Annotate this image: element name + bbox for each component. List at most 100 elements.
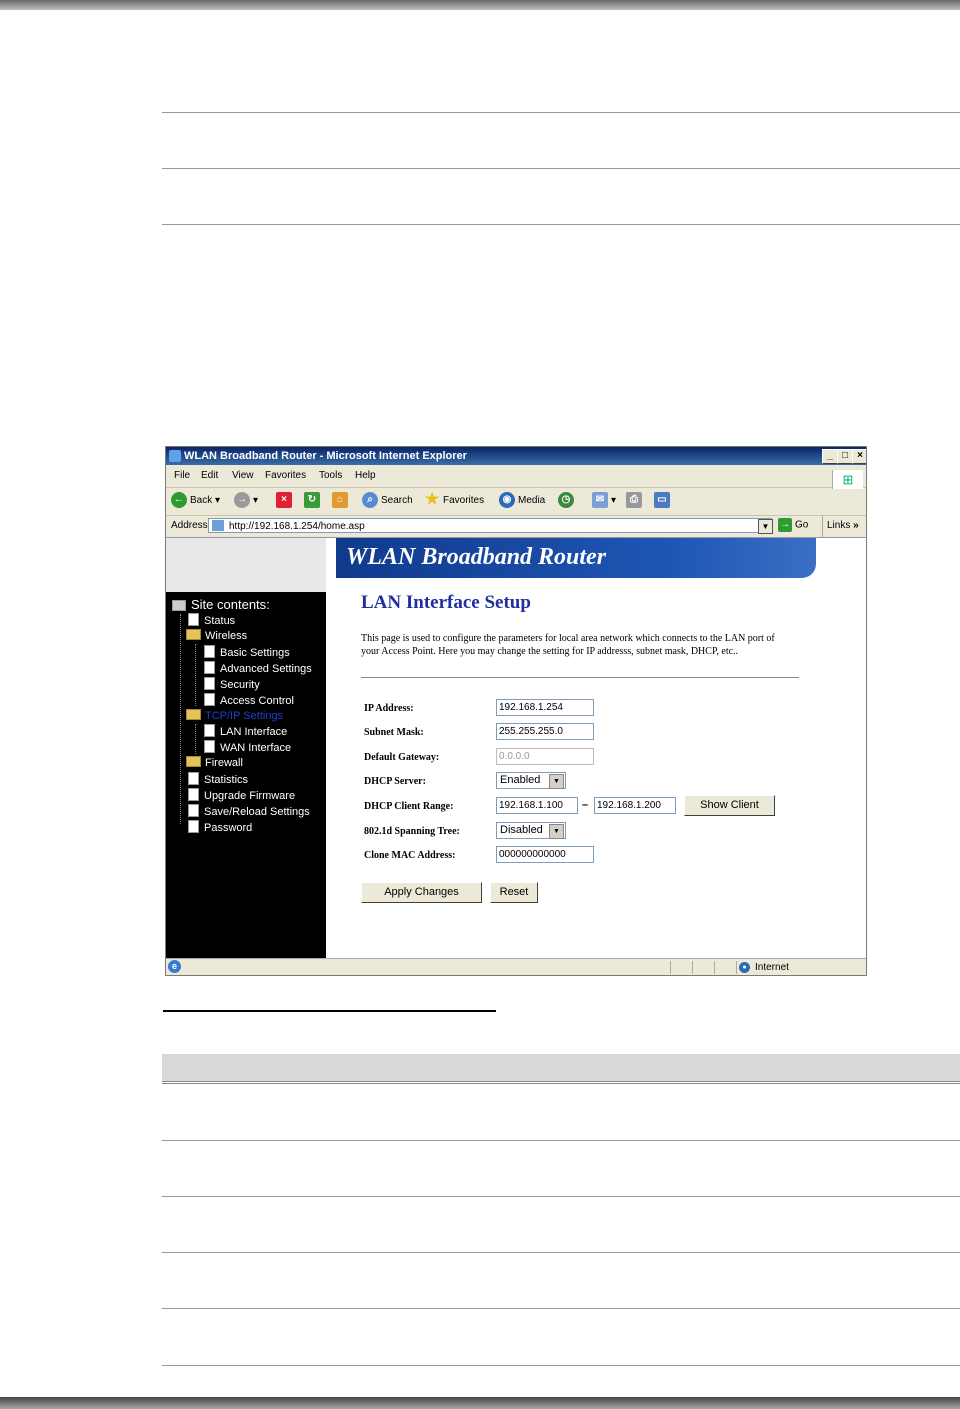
nav-wireless[interactable]: Wireless (186, 629, 247, 642)
minimize-button[interactable]: _ (822, 449, 838, 464)
dhcp-server-select[interactable]: Enabled ▼ (496, 772, 566, 789)
address-dropdown-arrow-icon[interactable]: ▼ (758, 519, 773, 534)
dhcp-server-value: Enabled (500, 774, 541, 786)
dhcp-client-range-label: DHCP Client Range: (364, 801, 454, 812)
zone-indicator: Internet (736, 961, 866, 974)
menu-edit[interactable]: Edit (201, 470, 218, 481)
edit-page-icon: ▭ (654, 492, 670, 509)
nav-label: Firewall (205, 757, 243, 769)
stop-icon: × (276, 492, 292, 509)
menu-tools[interactable]: Tools (319, 470, 342, 481)
table-header-band (162, 1054, 960, 1081)
address-label: Address (171, 520, 208, 531)
apply-changes-button[interactable]: Apply Changes (361, 882, 482, 903)
menu-bar: File Edit View Favorites Tools Help ⊞ (166, 465, 866, 489)
address-url: http://192.168.1.254/home.asp (229, 521, 365, 532)
home-button[interactable]: ⌂ (332, 491, 351, 511)
forward-button[interactable]: → ▾ (234, 491, 258, 511)
links-button[interactable]: Links » (822, 515, 859, 537)
page-icon (212, 520, 224, 531)
refresh-button[interactable]: ↻ (304, 491, 323, 511)
page-description: This page is used to configure the param… (361, 633, 775, 657)
nav-save-reload-settings[interactable]: Save/Reload Settings (188, 804, 310, 818)
nav-label: Statistics (204, 774, 249, 786)
page-icon (188, 772, 199, 785)
document-top-bar (0, 0, 960, 10)
back-label: Back (190, 495, 213, 506)
page-icon (188, 788, 199, 801)
address-input[interactable]: http://192.168.1.254/home.asp (208, 518, 772, 533)
clone-mac-input[interactable]: 000000000000 (496, 846, 594, 863)
header-banner: WLAN Broadband Router (336, 538, 816, 578)
site-contents-sidebar: Site contents: Status Wireless Basic Set… (166, 592, 326, 958)
menu-help[interactable]: Help (355, 470, 376, 481)
page-icon (204, 661, 215, 674)
dhcp-range-end-input[interactable]: 192.168.1.200 (594, 797, 676, 814)
table-rule (162, 112, 960, 113)
nav-wan-interface[interactable]: WAN Interface (204, 740, 291, 754)
menu-view[interactable]: View (232, 470, 254, 481)
history-icon: ◷ (558, 492, 574, 509)
table-rule (162, 1252, 960, 1253)
window-title: WLAN Broadband Router - Microsoft Intern… (184, 450, 467, 462)
title-bar: WLAN Broadband Router - Microsoft Intern… (166, 447, 866, 465)
folder-open-icon (186, 709, 201, 720)
nav-password[interactable]: Password (188, 820, 252, 834)
home-icon: ⌂ (332, 492, 348, 509)
nav-status[interactable]: Status (188, 613, 235, 627)
table-rule (162, 1196, 960, 1197)
maximize-button[interactable]: □ (837, 449, 853, 464)
nav-tcpip-settings[interactable]: TCP/IP Settings (186, 709, 283, 722)
media-button[interactable]: ◉ Media (499, 491, 545, 511)
close-button[interactable]: × (852, 449, 866, 464)
nav-advanced-settings[interactable]: Advanced Settings (204, 661, 312, 675)
show-client-button[interactable]: Show Client (684, 795, 775, 816)
nav-label: Security (220, 679, 260, 691)
default-gateway-input[interactable]: 0.0.0.0 (496, 748, 594, 765)
stop-button[interactable]: × (276, 491, 295, 511)
page-title: LAN Interface Setup (361, 592, 531, 613)
links-label: Links (827, 520, 851, 531)
menu-file[interactable]: File (174, 470, 190, 481)
nav-basic-settings[interactable]: Basic Settings (204, 645, 290, 659)
reset-button[interactable]: Reset (490, 882, 538, 903)
nav-access-control[interactable]: Access Control (204, 693, 294, 707)
history-button[interactable]: ◷ (558, 491, 577, 511)
favorites-button[interactable]: ★ Favorites (424, 491, 484, 511)
nav-upgrade-firmware[interactable]: Upgrade Firmware (188, 788, 295, 802)
default-gateway-label: Default Gateway: (364, 752, 440, 763)
nav-statistics[interactable]: Statistics (188, 772, 248, 786)
favorites-label: Favorites (443, 495, 485, 506)
go-button[interactable]: → Go (778, 518, 808, 532)
page-icon (204, 740, 215, 753)
folder-icon (186, 756, 201, 767)
back-button[interactable]: ← Back ▾ (171, 491, 220, 511)
ip-address-input[interactable]: 192.168.1.254 (496, 699, 594, 716)
page-icon (188, 613, 199, 626)
dropdown-arrow-icon: ▼ (549, 824, 564, 839)
nav-label: Status (204, 615, 236, 627)
nav-firewall[interactable]: Firewall (186, 756, 243, 769)
divider (361, 677, 799, 678)
mail-button[interactable]: ✉ ▾ (592, 491, 616, 511)
nav-lan-interface[interactable]: LAN Interface (204, 724, 287, 738)
nav-security[interactable]: Security (204, 677, 260, 691)
refresh-icon: ↻ (304, 492, 320, 509)
page-icon (204, 677, 215, 690)
spanning-tree-value: Disabled (500, 824, 543, 836)
subnet-mask-input[interactable]: 255.255.255.0 (496, 723, 594, 740)
search-button[interactable]: ⌕ Search (362, 491, 413, 511)
menu-favorites[interactable]: Favorites (265, 470, 306, 481)
dhcp-range-start-input[interactable]: 192.168.1.100 (496, 797, 578, 814)
spanning-tree-select[interactable]: Disabled ▼ (496, 822, 566, 839)
edit-button[interactable]: ▭ (654, 491, 673, 511)
nav-label: Save/Reload Settings (204, 806, 310, 818)
go-arrow-icon: → (778, 518, 792, 532)
tree-line (195, 724, 196, 754)
folder-open-icon (186, 629, 201, 640)
print-button[interactable]: ⎙ (626, 491, 645, 511)
browser-window: WLAN Broadband Router - Microsoft Intern… (165, 446, 867, 976)
address-bar: Address http://192.168.1.254/home.asp ▼ … (166, 515, 866, 538)
ip-address-label: IP Address: (364, 703, 414, 714)
nav-label: Password (204, 822, 253, 834)
